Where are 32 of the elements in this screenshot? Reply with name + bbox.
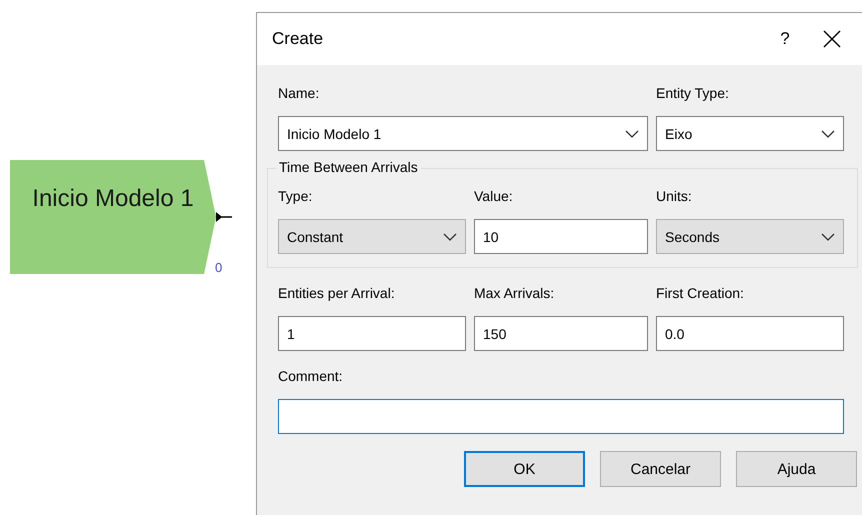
window-title: Create — [272, 29, 324, 49]
dialog-button[interactable]: Cancelar — [600, 451, 721, 487]
dropdown[interactable]: Inicio Modelo 1 — [278, 116, 648, 151]
field-label: Units: — [656, 188, 693, 206]
field-label: Name: — [278, 85, 320, 103]
chevron-down-icon — [443, 232, 457, 240]
chevron-down-icon — [821, 232, 835, 240]
field-label: Comment: — [278, 368, 344, 386]
group-title: Time Between Arrivals — [276, 159, 421, 175]
chevron-down-icon — [821, 130, 835, 138]
field-label: Value: — [474, 188, 514, 206]
field-label: Entity Type: — [656, 85, 730, 103]
input-field[interactable]: 150 — [474, 316, 648, 351]
process-block[interactable] — [10, 160, 216, 274]
field-label: Type: — [278, 188, 314, 206]
field-label: Entities per Arrival: — [278, 285, 396, 303]
dropdown[interactable]: Eixo — [656, 116, 844, 151]
input-field[interactable]: 1 — [278, 316, 466, 351]
dropdown[interactable]: Constant — [278, 219, 466, 254]
field-label: Max Arrivals: — [474, 285, 556, 303]
help-button[interactable]: ? — [762, 29, 808, 49]
counter: 0 — [215, 260, 222, 275]
input-field[interactable]: 0.0 — [656, 316, 844, 351]
chevron-down-icon — [625, 130, 639, 138]
field-label: First Creation: — [656, 285, 745, 303]
block-label: Inicio Modelo 1 — [31, 185, 195, 213]
dropdown[interactable]: Seconds — [656, 219, 844, 254]
dialog-button[interactable]: OK — [464, 451, 585, 487]
connector-icon — [216, 212, 232, 222]
input-field[interactable]: 10 — [474, 219, 648, 254]
dialog-button[interactable]: Ajuda — [736, 451, 857, 487]
input-field[interactable] — [278, 399, 844, 434]
